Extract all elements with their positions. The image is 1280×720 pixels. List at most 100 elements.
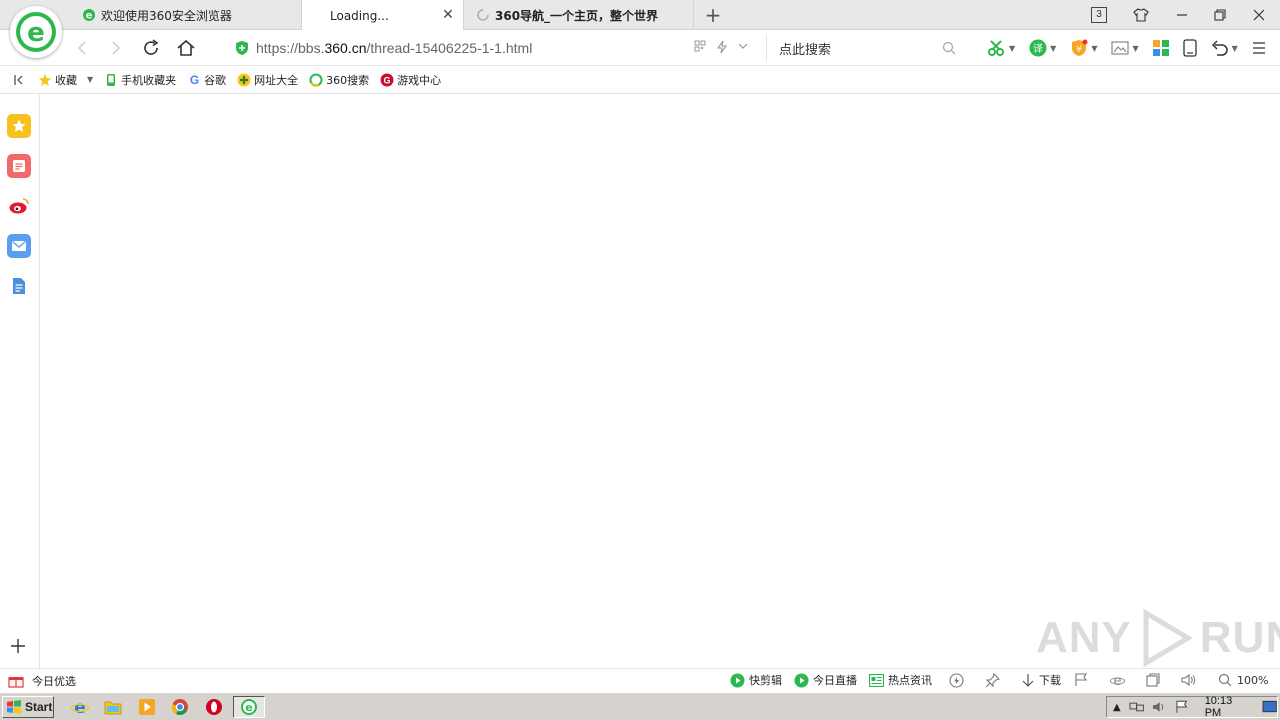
bookmark-mobile[interactable]: 手机收藏夹 [104, 72, 176, 88]
screenshot-button[interactable]: ▼ [1111, 39, 1139, 57]
minimize-button[interactable] [1163, 0, 1201, 30]
mobile-sync-button[interactable] [1182, 39, 1197, 57]
back-button[interactable] [70, 36, 94, 60]
main-menu-button[interactable] [1252, 39, 1266, 57]
status-tools: 快剪辑 今日直播 热点资讯 下载 e 100% [730, 672, 1268, 688]
taskbar-ie[interactable]: e [67, 696, 93, 718]
phone-icon [104, 73, 118, 87]
bookmark-web-directory[interactable]: 网址大全 [237, 72, 298, 88]
taskbar-media-player[interactable] [134, 696, 160, 718]
live-today-button[interactable]: 今日直播 [794, 672, 857, 688]
quick-edit-button[interactable]: 快剪辑 [730, 672, 782, 688]
bookmark-game-center[interactable]: G 游戏中心 [380, 72, 441, 88]
new-tab-button[interactable]: + [702, 3, 724, 27]
bookmark-360-search[interactable]: 360搜索 [309, 72, 369, 88]
sidebar-notes[interactable] [7, 274, 31, 298]
taskbar-explorer[interactable] [100, 696, 126, 718]
home-button[interactable] [174, 36, 198, 60]
bookmark-label: 游戏中心 [397, 73, 442, 87]
search-icon[interactable] [942, 41, 956, 55]
network-icon[interactable] [1129, 700, 1144, 714]
ie-green-icon: e [82, 8, 96, 22]
close-tab-icon[interactable]: ✕ [441, 8, 455, 22]
bookmark-favorites[interactable]: 收藏 ▼ [38, 72, 93, 88]
zoom-level[interactable]: 100% [1237, 674, 1268, 687]
forward-button[interactable] [104, 36, 128, 60]
sidebar-news[interactable] [7, 154, 31, 178]
taskbar-opera[interactable] [201, 696, 227, 718]
bookmark-google[interactable]: G 谷歌 [187, 72, 226, 88]
address-bar[interactable]: https://bbs.360.cn/thread-15406225-1-1.h… [222, 35, 758, 61]
gift-icon [8, 677, 24, 688]
reload-icon [144, 39, 159, 55]
translate-button[interactable]: 译 ▼ [1029, 39, 1056, 57]
hot-news-button[interactable]: 热点资讯 [869, 672, 932, 688]
downloads-button[interactable]: 下载 [1020, 672, 1061, 688]
search-box[interactable]: 点此搜索 [766, 35, 970, 61]
tab-title: 欢迎使用360安全浏览器 [101, 8, 232, 23]
svg-text:e: e [27, 18, 45, 48]
chevron-down-icon[interactable]: ▼ [87, 75, 93, 84]
url-domain: 360.cn [324, 40, 367, 56]
reload-button[interactable] [139, 36, 163, 60]
restore-button[interactable] [1201, 0, 1239, 30]
lightning-icon[interactable] [716, 40, 728, 54]
play-green-icon [730, 673, 745, 688]
status-bar: 今日优选 快剪辑 今日直播 热点资讯 下载 e 100% [0, 668, 1280, 692]
star-icon [12, 119, 26, 132]
page-content[interactable] [41, 94, 1280, 668]
collapse-sidebar-icon [14, 74, 23, 85]
qr-code-icon[interactable] [694, 40, 706, 52]
tab-count: 3 [1091, 7, 1107, 23]
sidebar-add-button[interactable] [10, 637, 26, 657]
toggle-sidebar-button[interactable] [0, 74, 38, 86]
skin-shirt-button[interactable] [1122, 0, 1160, 30]
volume-icon[interactable] [1181, 672, 1197, 688]
scissors-icon [988, 40, 1004, 56]
shopping-button[interactable]: ¥ ▼ [1070, 39, 1097, 57]
ie-compat-icon[interactable]: e [1109, 672, 1125, 688]
flag-icon[interactable] [1073, 672, 1089, 688]
bookmark-label: 手机收藏夹 [121, 73, 177, 87]
tab-360-nav[interactable]: 360导航_一个主页，整个世界 [464, 0, 694, 30]
game-center-icon: G [380, 73, 394, 87]
browser-logo[interactable]: e [10, 6, 62, 58]
tab-count-button[interactable]: 3 [1080, 0, 1118, 30]
undo-close-button[interactable]: ▼ [1211, 39, 1238, 57]
media-player-icon [139, 699, 155, 715]
tray-expand-icon[interactable]: ▲ [1113, 702, 1121, 713]
360-search-icon [309, 73, 323, 87]
start-button[interactable]: Start [2, 696, 54, 718]
speedup-icon[interactable] [948, 672, 964, 688]
zoom-icon[interactable] [1217, 672, 1233, 688]
chevron-left-icon [77, 41, 86, 55]
speaker-icon[interactable] [1152, 700, 1167, 714]
anyrun-watermark: ANY RUN [1036, 608, 1280, 668]
sidebar-mail[interactable] [7, 234, 31, 258]
show-desktop-icon[interactable] [1262, 700, 1277, 714]
action-center-flag-icon[interactable] [1175, 700, 1188, 714]
360-browser-logo-icon: e [16, 12, 56, 52]
daily-picks-button[interactable]: 今日优选 [8, 673, 76, 689]
pin-icon[interactable] [984, 672, 1000, 688]
svg-text:e: e [245, 701, 252, 714]
web-directory-icon [237, 73, 251, 87]
scissors-tool-button[interactable]: ▼ [988, 39, 1015, 57]
dropdown-arrow-icon: ▼ [1050, 43, 1057, 53]
sidebar-favorites[interactable] [7, 114, 31, 138]
svg-text:G: G [384, 75, 391, 85]
clock[interactable]: 10:13 PM [1205, 695, 1250, 719]
window-icon[interactable] [1145, 672, 1161, 688]
close-icon [1253, 9, 1265, 21]
tab-loading[interactable]: Loading... ✕ [302, 0, 464, 31]
url-text[interactable]: https://bbs.360.cn/thread-15406225-1-1.h… [256, 40, 532, 56]
apps-button[interactable] [1152, 39, 1169, 57]
weibo-icon [9, 198, 29, 214]
tab-welcome[interactable]: e 欢迎使用360安全浏览器 [72, 0, 302, 30]
close-window-button[interactable] [1240, 0, 1278, 30]
sidebar-weibo[interactable] [7, 194, 31, 218]
taskbar-chrome[interactable] [167, 696, 193, 718]
taskbar-360-browser[interactable]: e [233, 696, 265, 718]
windows-logo-icon [7, 700, 21, 714]
chevron-down-icon[interactable] [738, 40, 748, 52]
